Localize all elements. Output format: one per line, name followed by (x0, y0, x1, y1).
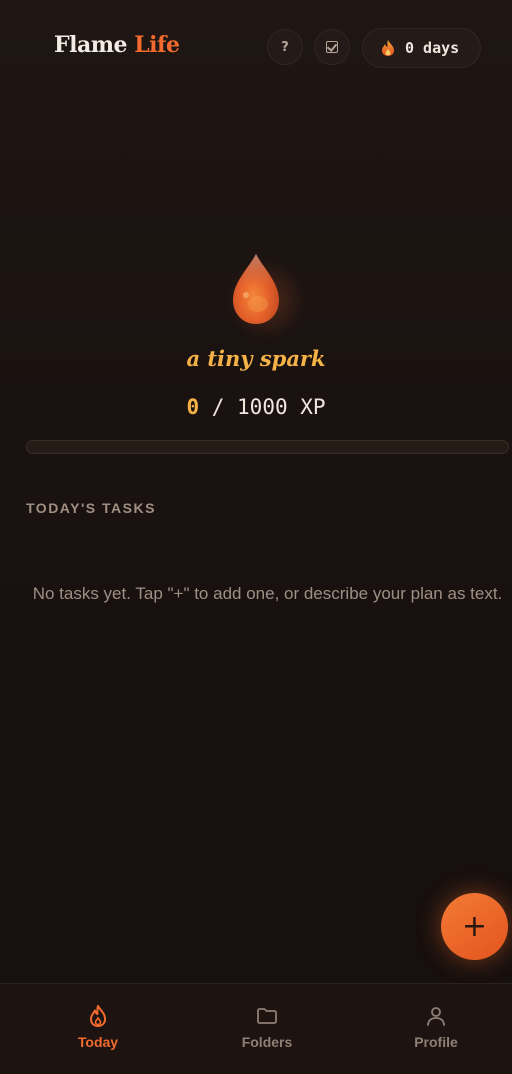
tasks-check-button[interactable] (314, 29, 350, 65)
nav-label-today: Today (77, 1034, 119, 1050)
nav-item-profile[interactable]: Profile (351, 984, 512, 1074)
checkbox-icon (326, 41, 338, 53)
nav-label-folders: Folders (241, 1034, 293, 1050)
help-icon: ? (281, 39, 289, 55)
brand-part-2: Life (134, 32, 180, 58)
level-name: a tiny spark (186, 346, 326, 371)
tasks-section-title: TODAY'S TASKS (26, 500, 156, 516)
add-task-button[interactable]: + (441, 893, 508, 960)
xp-current: 0 (186, 395, 200, 419)
xp-readout: 0 / 1000 XP (0, 395, 512, 419)
nav-item-folders[interactable]: Folders (182, 984, 352, 1074)
bottom-nav: Today Folders Profile (0, 983, 512, 1074)
flame-hero (0, 246, 512, 336)
spark-flame-icon (233, 254, 279, 324)
app-header: Flame Life ? 0 days (0, 0, 512, 96)
xp-progress-bar (26, 440, 509, 454)
user-icon (427, 1007, 445, 1026)
nav-label-profile: Profile (414, 1034, 458, 1050)
app-logo: Flame Life (54, 32, 180, 58)
nav-item-today[interactable]: Today (13, 984, 183, 1074)
brand-part-1: Flame (54, 32, 128, 58)
streak-count: 0 days (405, 39, 460, 57)
help-button[interactable]: ? (267, 29, 303, 65)
folder-icon (257, 1008, 277, 1024)
tasks-empty-message: No tasks yet. Tap "+" to add one, or des… (32, 584, 503, 603)
flame-icon (90, 1005, 106, 1027)
xp-total: / 1000 XP (199, 395, 326, 419)
flame-icon (382, 40, 394, 56)
plus-icon: + (461, 908, 488, 944)
streak-badge[interactable]: 0 days (362, 28, 481, 68)
